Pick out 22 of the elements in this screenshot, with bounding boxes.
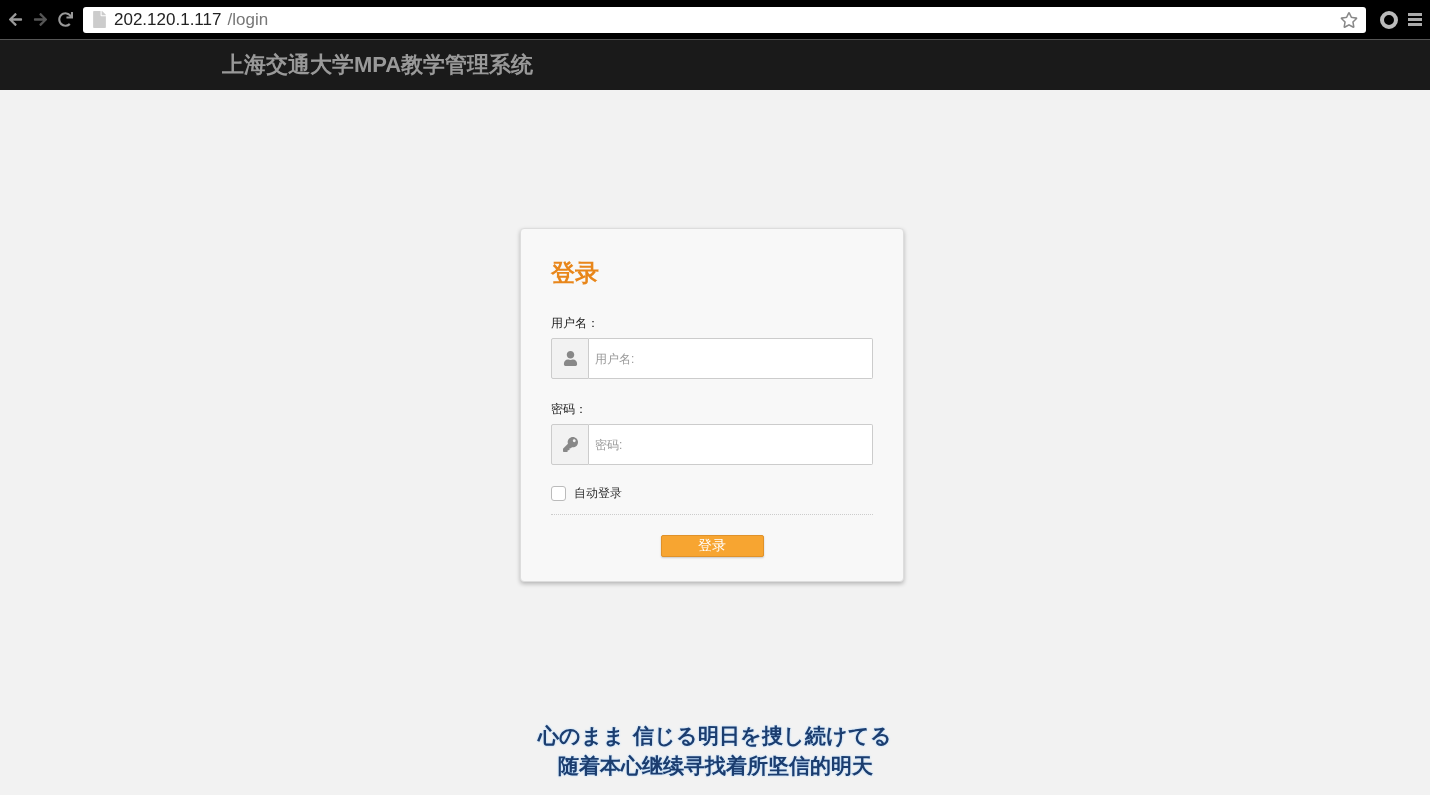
field-label: 用户名：	[551, 315, 599, 332]
field-label: 密码：	[551, 401, 587, 418]
back-icon[interactable]	[8, 12, 23, 27]
user-icon	[551, 338, 589, 379]
url-host: 202.120.1.117	[114, 9, 222, 30]
address-bar[interactable]: 202.120.1.117 /login	[83, 6, 1366, 33]
checkbox[interactable]	[551, 486, 566, 501]
extension-icon[interactable]	[1380, 10, 1398, 29]
star-icon[interactable]	[1340, 10, 1358, 29]
checkbox-label: 自动登录	[574, 485, 622, 502]
lyrics-line: 随着本心继续寻找着所坚信的明天	[557, 753, 873, 780]
reload-icon[interactable]	[58, 12, 73, 27]
page-icon	[91, 11, 108, 28]
login-title: 登录	[551, 258, 600, 289]
forward-icon[interactable]	[33, 12, 48, 27]
site-title: 上海交通大学MPA教学管理系统	[222, 51, 534, 79]
lyrics-line: 心のまま 信じる明日を捜し続けてる	[538, 723, 892, 750]
menu-icon[interactable]	[1408, 12, 1422, 27]
username-field[interactable]: 用户名:	[589, 338, 873, 379]
url-path: /login	[227, 9, 269, 30]
password-field[interactable]: 密码:	[589, 424, 873, 465]
key-icon	[551, 424, 589, 465]
